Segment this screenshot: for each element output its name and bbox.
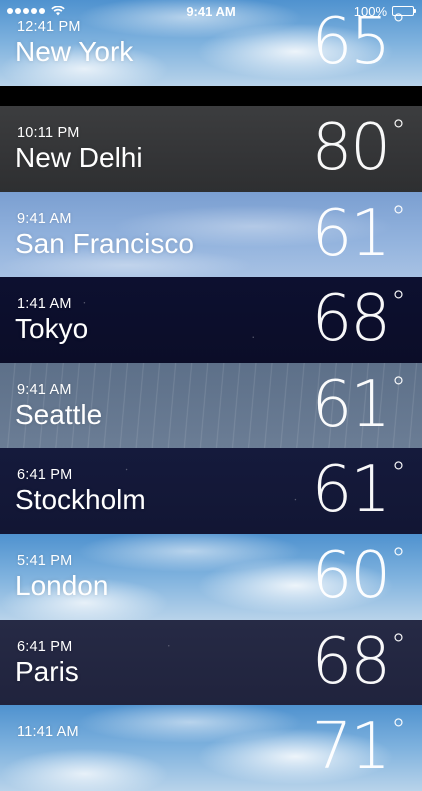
city-row-stockholm[interactable]: 6:41 PM Stockholm 61°	[0, 448, 422, 534]
local-time: 9:41 AM	[17, 211, 72, 227]
city-row-london[interactable]: 5:41 PM London 60°	[0, 534, 422, 620]
status-time: 9:41 AM	[186, 4, 236, 19]
battery-icon	[392, 6, 416, 16]
city-row-paris[interactable]: 6:41 PM Paris 68°	[0, 620, 422, 706]
temperature: 68°	[311, 282, 406, 356]
city-row-new-delhi[interactable]: 10:11 PM New Delhi 80°	[0, 106, 422, 192]
city-name: New York	[15, 36, 134, 67]
city-row-partial[interactable]: 11:41 AM 71°	[0, 705, 422, 791]
city-row-seattle[interactable]: 9:41 AM Seattle 61°	[0, 363, 422, 449]
city-name: New Delhi	[15, 142, 143, 173]
local-time: 9:41 AM	[17, 382, 72, 398]
temperature: 68°	[311, 625, 406, 699]
temperature: 61°	[311, 197, 406, 271]
city-name: Stockholm	[15, 484, 146, 515]
temperature: 61°	[311, 368, 406, 442]
local-time: 1:41 AM	[17, 296, 72, 312]
city-name: Seattle	[15, 399, 103, 430]
temperature: 80°	[311, 111, 406, 185]
local-time: 11:41 AM	[17, 724, 79, 740]
city-name: Tokyo	[15, 313, 89, 344]
temperature: 61°	[311, 453, 406, 527]
local-time: 10:11 PM	[17, 125, 80, 141]
city-name: Paris	[15, 656, 79, 687]
temperature: 71°	[311, 710, 406, 784]
status-bar: 9:41 AM 100%	[0, 0, 422, 22]
city-row-san-francisco[interactable]: 9:41 AM San Francisco 61°	[0, 192, 422, 278]
local-time: 5:41 PM	[17, 553, 73, 569]
temperature: 60°	[311, 539, 406, 613]
city-name: London	[15, 570, 109, 601]
local-time: 6:41 PM	[17, 639, 73, 655]
local-time: 6:41 PM	[17, 467, 73, 483]
city-name: San Francisco	[15, 228, 194, 259]
city-row-tokyo[interactable]: 1:41 AM Tokyo 68°	[0, 277, 422, 363]
